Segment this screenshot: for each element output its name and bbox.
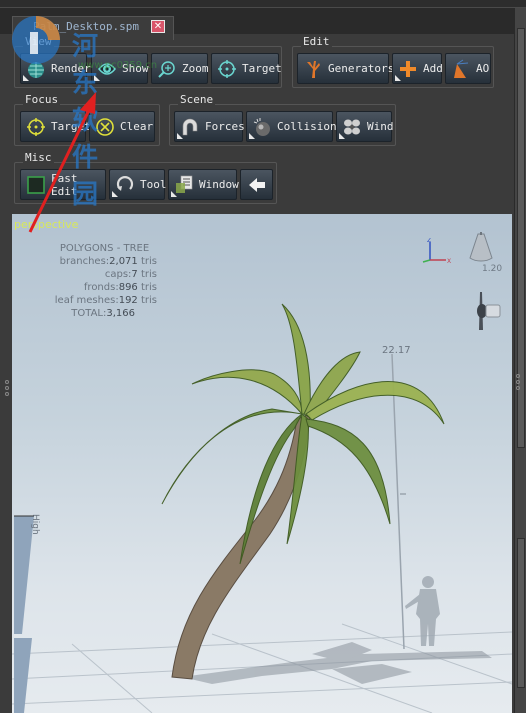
app-window: Palm_Desktop.spm ✕ View Render Show Zoom	[0, 0, 526, 713]
annotation-arrow	[28, 92, 96, 233]
